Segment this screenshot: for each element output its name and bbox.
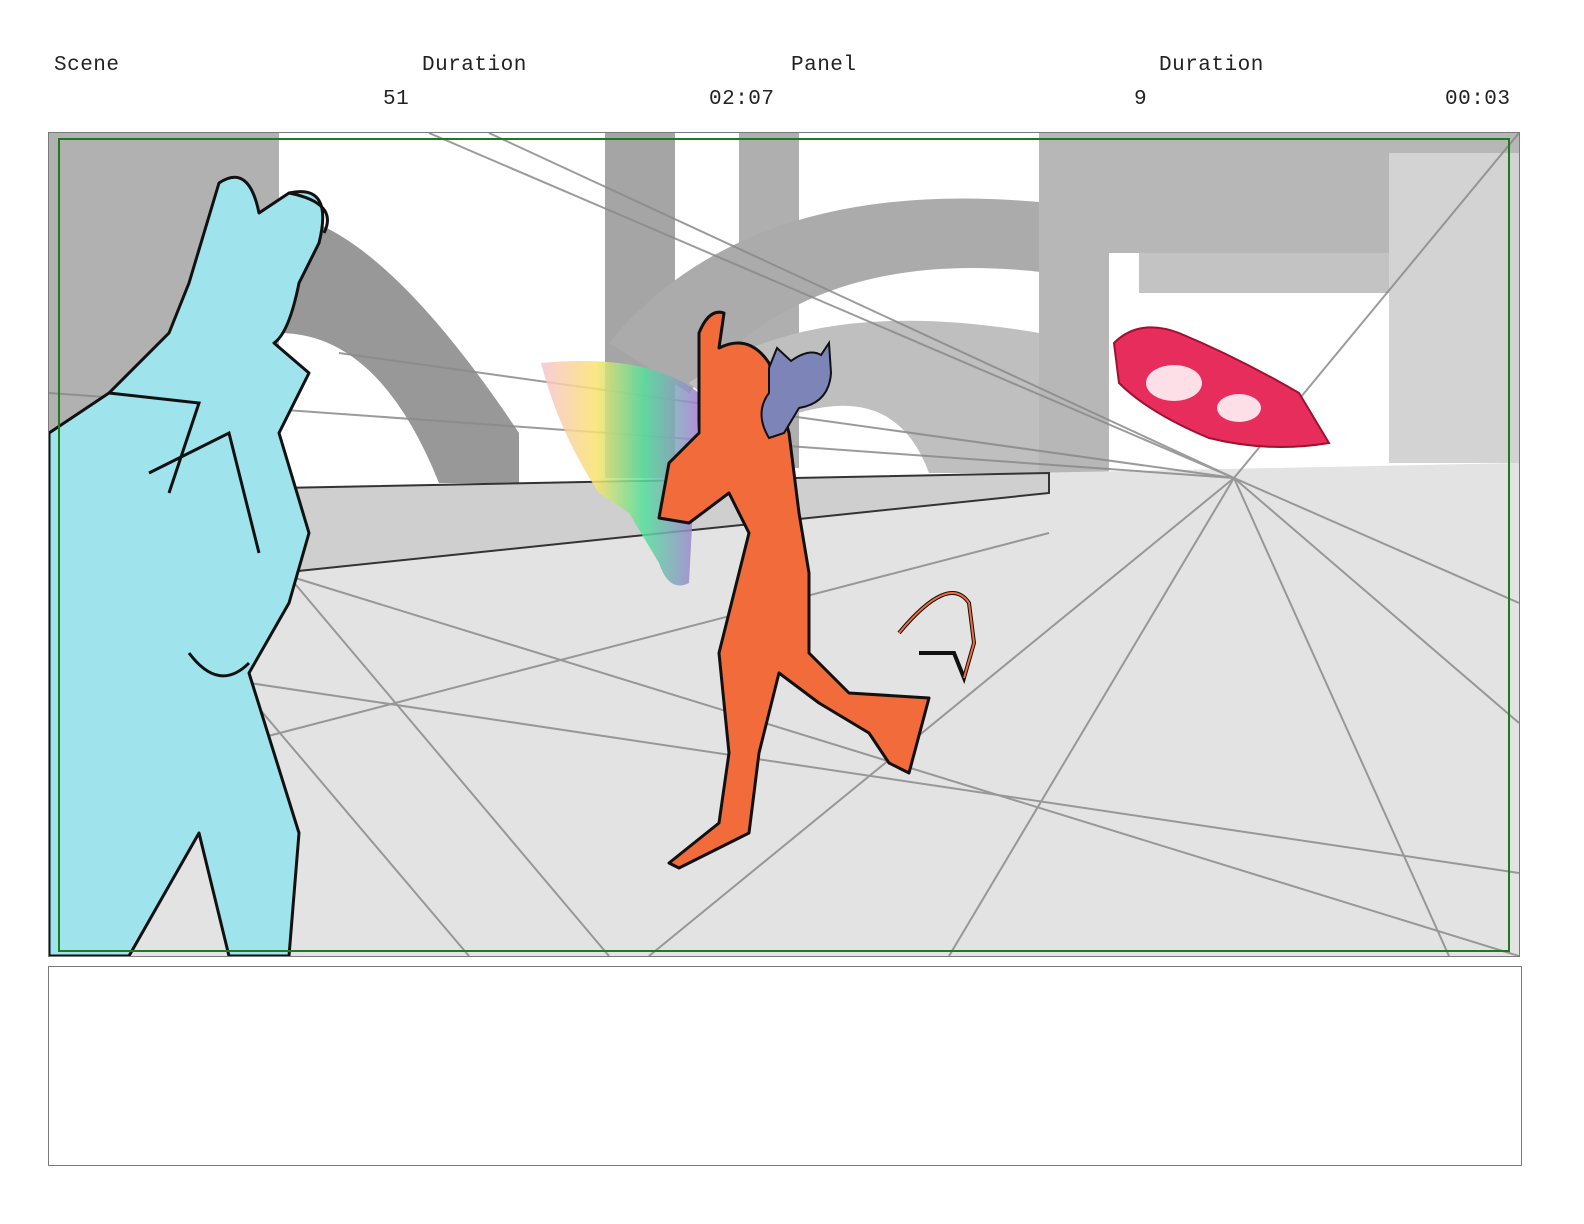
scene-label: Scene [54, 54, 120, 77]
scene-duration-label: Duration [422, 54, 527, 77]
panel-label: Panel [791, 54, 857, 77]
storyboard-panel[interactable] [48, 132, 1520, 957]
panel-drawing [49, 133, 1519, 956]
panel-duration-label: Duration [1159, 54, 1264, 77]
panel-duration-value: 00:03 [1445, 88, 1511, 111]
panel-notes-box[interactable] [48, 966, 1522, 1166]
scene-number: 51 [383, 88, 410, 111]
panel-number: 9 [1134, 88, 1148, 111]
scene-duration-value: 02:07 [709, 88, 775, 111]
